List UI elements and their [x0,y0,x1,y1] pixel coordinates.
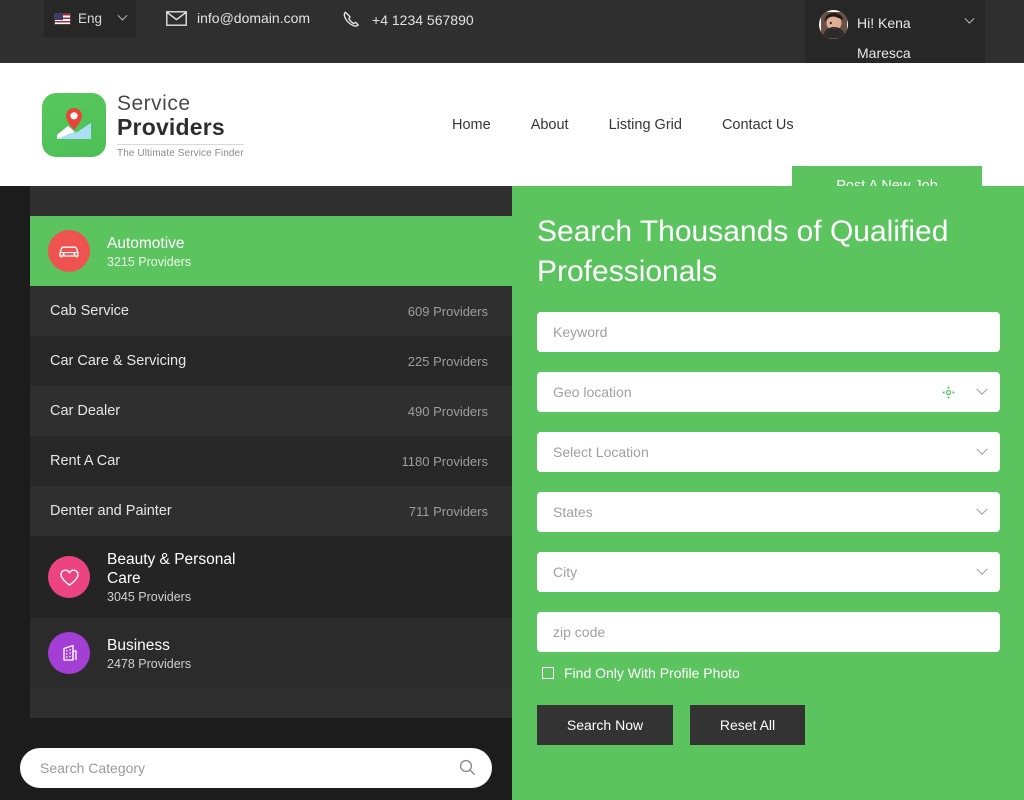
category-sidebar: Automotive 3215 Providers Cab Service 60… [0,186,512,800]
logo-text: Service Providers The Ultimate Service F… [117,91,244,159]
sidebar-category-automotive[interactable]: Automotive 3215 Providers [30,216,512,286]
avatar-photo [820,11,847,38]
us-flag-icon [54,12,71,25]
main-navigation: Home About Listing Grid Contact Us [452,117,794,133]
subitem-name: Car Dealer [50,403,121,419]
search-panel: Search Thousands of Qualified Profession… [512,186,1024,800]
reset-all-button[interactable]: Reset All [690,705,805,745]
chevron-down-icon[interactable] [976,563,988,575]
subitem-count: 711 Providers [408,503,488,519]
email-contact[interactable]: info@domain.com [166,10,310,26]
profile-photo-checkbox[interactable] [542,667,554,679]
logo-line-1: Service [117,91,191,115]
category-count: 3045 Providers [107,590,192,604]
sidebar-subitem-denter-and-painter[interactable]: Denter and Painter 711 Providers [30,486,512,536]
phone-contact[interactable]: +4 1234 567890 [342,10,474,30]
search-category-box[interactable] [20,747,492,788]
geo-location-input[interactable] [553,384,941,400]
profile-photo-checkbox-row[interactable]: Find Only With Profile Photo [542,665,1000,681]
nav-item-home[interactable]: Home [452,117,491,133]
profile-photo-checkbox-label: Find Only With Profile Photo [564,665,740,681]
category-title: Business [107,636,170,654]
crosshair-locate-icon[interactable] [941,385,956,400]
sidebar-category-business[interactable]: Business 2478 Providers [30,618,512,688]
category-texts: Business 2478 Providers [107,636,191,671]
user-greeting-label: Hi! Kena Maresca [857,15,911,61]
category-texts: Beauty & Personal Care 3045 Providers [107,550,257,604]
category-title: Beauty & Personal Care [107,551,236,587]
search-category-bar [0,735,512,800]
nav-item-listing-grid[interactable]: Listing Grid [609,117,682,133]
form-actions: Search Now Reset All [537,705,1000,745]
city-value: City [553,564,578,580]
sidebar-subitem-rent-a-car[interactable]: Rent A Car 1180 Providers [30,436,512,486]
logo-line-2: Providers [117,113,225,140]
category-title: Automotive [107,234,185,252]
chevron-down-icon[interactable] [976,443,988,455]
nav-item-contact-us[interactable]: Contact Us [722,117,794,133]
subitem-count: 1180 Providers [401,453,488,469]
category-panel: Automotive 3215 Providers Cab Service 60… [30,186,512,718]
search-icon[interactable] [459,759,476,776]
car-glyph [59,246,79,258]
email-text: info@domain.com [197,10,311,26]
avatar [819,10,848,39]
panel-top-spacer [30,186,512,216]
category-count: 3215 Providers [107,254,192,269]
envelope-icon [166,10,187,26]
keyword-field[interactable] [537,312,1000,352]
sidebar-subitem-car-dealer[interactable]: Car Dealer 490 Providers [30,386,512,436]
map-pin-icon [57,107,91,139]
search-category-input[interactable] [40,759,459,776]
subitem-name: Rent A Car [50,453,121,469]
language-label: Eng [78,11,103,26]
keyword-input[interactable] [553,324,986,340]
logo-mark-icon [42,92,106,157]
states-field[interactable]: States [537,492,1000,532]
building-glyph [63,644,77,661]
chevron-down-icon [117,10,128,21]
sidebar-subitem-cab-service[interactable]: Cab Service 609 Providers [30,286,512,336]
sidebar-category-beauty-personal-care[interactable]: Beauty & Personal Care 3045 Providers [30,536,512,618]
panel-bottom-spacer [30,688,512,718]
phone-text: +4 1234 567890 [372,12,474,28]
subitem-name: Denter and Painter [50,503,172,519]
body-area: Automotive 3215 Providers Cab Service 60… [0,186,1024,800]
zip-code-input[interactable] [553,624,986,640]
city-field[interactable]: City [537,552,1000,592]
building-icon [48,632,90,674]
logo-tagline: The Ultimate Service Finder [117,143,244,159]
subitem-count: 490 Providers [407,403,488,419]
page-root: Eng info@domain.com +4 1234 567890 Hi! K… [0,0,1024,800]
subitem-name: Cab Service [50,303,129,319]
top-bar: Eng info@domain.com +4 1234 567890 Hi! K… [0,0,1024,76]
select-location-value: Select Location [553,444,649,460]
category-count: 2478 Providers [107,656,192,671]
heart-icon [48,556,90,598]
subitem-name: Car Care & Servicing [50,353,187,369]
category-texts: Automotive 3215 Providers [107,234,191,269]
car-icon [48,230,90,272]
heart-glyph [59,569,79,586]
search-now-button[interactable]: Search Now [537,705,673,745]
select-location-field[interactable]: Select Location [537,432,1000,472]
chevron-down-icon[interactable] [976,503,988,515]
sidebar-subitem-car-care-servicing[interactable]: Car Care & Servicing 225 Providers [30,336,512,386]
subitem-count: 225 Providers [407,353,488,369]
states-value: States [553,504,593,520]
zip-code-field[interactable] [537,612,1000,652]
phone-icon [343,11,359,27]
language-selector[interactable]: Eng [44,0,136,37]
subitem-count: 609 Providers [407,303,488,319]
chevron-down-icon [964,13,975,24]
site-header: Service Providers The Ultimate Service F… [0,63,1024,206]
nav-item-about[interactable]: About [531,117,569,133]
chevron-down-icon[interactable] [976,383,988,395]
geo-location-field[interactable] [537,372,1000,412]
page-title: Search Thousands of Qualified Profession… [537,215,949,288]
logo[interactable]: Service Providers The Ultimate Service F… [42,91,244,159]
